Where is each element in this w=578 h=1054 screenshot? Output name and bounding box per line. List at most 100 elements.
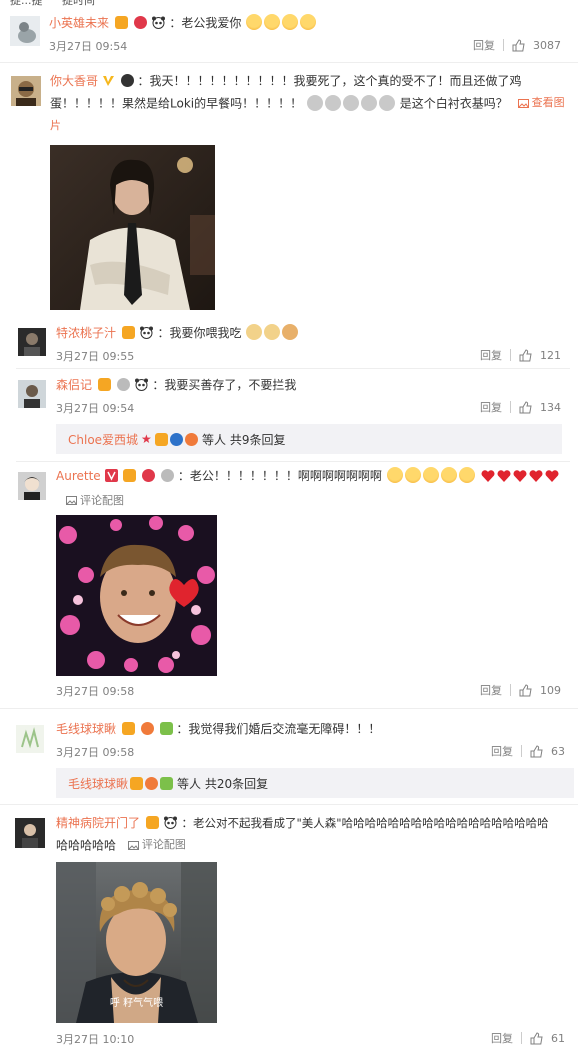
divider xyxy=(503,39,504,51)
divider xyxy=(510,684,511,696)
image-icon xyxy=(66,495,77,505)
username[interactable]: 毛线球球瞅 xyxy=(56,722,116,736)
verified-v-icon xyxy=(104,469,118,482)
comment-image-link[interactable]: 评论配图 xyxy=(66,492,124,508)
divider xyxy=(510,349,511,361)
username[interactable]: 精神病院开门了 xyxy=(56,816,140,830)
avatar-image xyxy=(18,328,46,356)
crying-emoji-icon xyxy=(300,14,317,30)
verified-v-icon xyxy=(102,76,114,86)
username[interactable]: 森侣记 xyxy=(56,378,92,392)
sub-replies-box[interactable]: Chloe爱西城 ★ 等人 共9条回复 xyxy=(56,424,562,454)
panda-icon xyxy=(163,816,177,829)
comment-photo[interactable] xyxy=(50,145,215,310)
vip-badge-icon xyxy=(121,722,135,735)
monkey-emoji-icon xyxy=(342,94,359,111)
avatar-image xyxy=(16,725,44,753)
username[interactable]: 特浓桃子汁 xyxy=(56,326,116,340)
top-strip: 捉...捷 捉时间 xyxy=(0,0,578,8)
comment-actions: 回复 134 xyxy=(480,399,561,415)
sub-replies-box[interactable]: 毛线球球瞅 等人 共20条回复 xyxy=(56,768,574,798)
like-icon[interactable] xyxy=(530,1031,543,1045)
username[interactable]: 小英雄未来 xyxy=(49,16,109,30)
comment-text: ：我天！！！！！！！！！！我要死了，这个真的受不了！而且还做了鸡 xyxy=(137,74,522,88)
top-strip-text: 捉...捷 xyxy=(10,0,43,7)
vip-badge-icon xyxy=(97,378,111,391)
avatar[interactable] xyxy=(18,380,46,408)
crying-emoji-icon xyxy=(264,14,281,30)
doge-emoji-icon xyxy=(246,324,263,340)
comment-image-link[interactable]: 评论配图 xyxy=(127,834,186,856)
like-count: 3087 xyxy=(533,38,561,52)
comment-text: ：我要你喂我吃 xyxy=(157,326,242,340)
photo-man-white-shirt xyxy=(50,145,215,310)
crying-emoji-icon xyxy=(386,467,403,483)
ring-badge-icon xyxy=(160,469,174,482)
crying-emoji-icon xyxy=(404,467,421,483)
panda-icon xyxy=(134,378,148,391)
comment-text: ：我要买善存了，不要拦我 xyxy=(152,378,297,392)
divider xyxy=(16,461,570,462)
avatar[interactable] xyxy=(18,472,46,500)
comment-actions: 回复 3087 xyxy=(473,37,561,53)
username[interactable]: Aurette xyxy=(56,469,101,483)
sub-reply-user[interactable]: 毛线球球瞅 xyxy=(68,775,128,792)
fan-badge-icon xyxy=(159,722,173,735)
image-icon xyxy=(517,98,529,108)
avatar[interactable] xyxy=(11,76,41,106)
avatar[interactable] xyxy=(16,725,44,753)
view-image-link[interactable]: 查看图 xyxy=(517,92,565,114)
heart-icon xyxy=(481,470,494,482)
vip-badge-icon xyxy=(114,16,128,29)
like-count: 61 xyxy=(551,1031,565,1045)
reply-button[interactable]: 回复 xyxy=(480,399,502,415)
avatar-image xyxy=(15,818,45,848)
crying-emoji-icon xyxy=(246,14,263,30)
panda-icon xyxy=(139,326,153,339)
comment-text: ：老公对不起我看成了"美人森"哈哈哈哈哈哈哈哈哈哈哈哈哈哈哈哈哈哈 xyxy=(181,816,549,830)
reply-button[interactable]: 回复 xyxy=(480,347,502,363)
comment-photo[interactable] xyxy=(56,515,217,676)
crying-emoji-icon xyxy=(282,14,299,30)
comment-text: ：我觉得我们婚后交流毫无障碍！！！ xyxy=(176,722,381,736)
comment-actions: 回复 63 xyxy=(491,743,565,759)
ring-badge-icon xyxy=(116,378,130,391)
avatar[interactable] xyxy=(10,16,40,46)
image-icon xyxy=(127,840,139,850)
reply-button[interactable]: 回复 xyxy=(491,1030,513,1046)
orange-badge-icon xyxy=(145,776,159,790)
star-icon: ★ xyxy=(141,432,152,446)
timestamp: 3月27日 10:10 xyxy=(56,1033,135,1046)
username[interactable]: 你大香哥 xyxy=(50,74,98,88)
comment-text: 哈哈哈哈哈 xyxy=(56,838,117,853)
like-icon[interactable] xyxy=(512,38,525,52)
comment-actions: 回复 109 xyxy=(480,682,561,698)
avatar[interactable] xyxy=(15,818,45,848)
crying-emoji-icon xyxy=(422,467,439,483)
reply-button[interactable]: 回复 xyxy=(473,37,495,53)
flower-badge-icon xyxy=(185,432,199,446)
like-icon[interactable] xyxy=(519,348,532,362)
reply-button[interactable]: 回复 xyxy=(491,743,513,759)
avatar[interactable] xyxy=(18,328,46,356)
like-icon[interactable] xyxy=(519,400,532,414)
member-badge-icon xyxy=(142,469,156,482)
crying-emoji-icon xyxy=(440,467,457,483)
comment-photo[interactable]: 呼 籽气气喂 xyxy=(56,862,217,1023)
sub-reply-summary: 等人 共9条回复 xyxy=(202,432,286,447)
fan-badge-icon xyxy=(160,776,174,790)
level-badge-icon xyxy=(120,74,134,87)
like-icon[interactable] xyxy=(519,683,532,697)
comment-text: ：老公我爱你 xyxy=(169,16,242,30)
vip-badge-icon xyxy=(123,469,137,482)
divider xyxy=(510,401,511,413)
like-icon[interactable] xyxy=(530,744,543,758)
view-image-link-cont[interactable]: 片 xyxy=(50,116,61,136)
timestamp: 3月27日 09:58 xyxy=(56,746,135,759)
comment-actions: 回复 61 xyxy=(491,1030,565,1046)
comment-image-label: 评论配图 xyxy=(141,838,186,851)
sub-reply-user[interactable]: Chloe爱西城 xyxy=(68,431,138,448)
photo-caption: 呼 籽气气喂 xyxy=(109,998,164,1009)
crying-emoji-icon xyxy=(458,467,475,483)
reply-button[interactable]: 回复 xyxy=(480,682,502,698)
